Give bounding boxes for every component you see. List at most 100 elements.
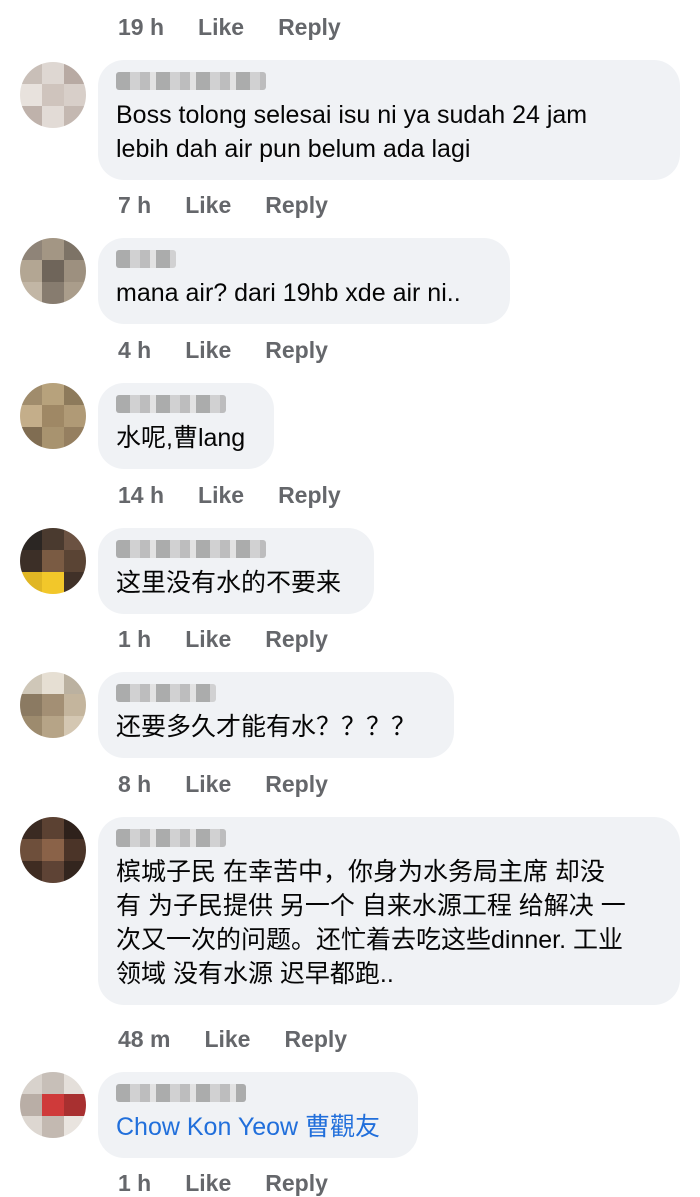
like-button[interactable]: Like (198, 14, 244, 41)
avatar-pixel (20, 528, 42, 550)
avatar-pixel (20, 861, 42, 883)
avatar-pixel (64, 260, 86, 282)
avatar-pixel (42, 62, 64, 84)
like-button[interactable]: Like (204, 1026, 250, 1053)
comment-text: 水呢,曹lang (116, 424, 246, 452)
comment-bubble: Boss tolong selesai isu ni ya sudah 24 j… (98, 60, 680, 180)
avatar-pixel (20, 84, 42, 106)
like-button[interactable]: Like (185, 192, 231, 219)
avatar-pixel (20, 839, 42, 861)
comment-text: 槟城子民 在幸苦中，你身为水务局主席 却没 有 为子民提供 另一个 自来水源工程… (116, 858, 626, 988)
avatar-pixel (64, 817, 86, 839)
blurred-author-name[interactable] (116, 72, 266, 90)
avatar-pixel (20, 62, 42, 84)
avatar-pixel (42, 1072, 64, 1094)
comment-meta-row: 48 m Like Reply (118, 1026, 347, 1053)
avatar-pixel (64, 62, 86, 84)
comment-text: mana air? dari 19hb xde air ni.. (116, 279, 461, 307)
avatar-pixel (64, 427, 86, 449)
avatar-pixel (42, 839, 64, 861)
reply-button[interactable]: Reply (265, 1170, 328, 1197)
like-button[interactable]: Like (185, 771, 231, 798)
avatar[interactable] (20, 672, 86, 738)
avatar-pixel (64, 1116, 86, 1138)
avatar-pixel (42, 106, 64, 128)
avatar-pixel (64, 106, 86, 128)
comment-bubble: mana air? dari 19hb xde air ni.. (98, 238, 510, 324)
avatar-pixel (20, 1072, 42, 1094)
timestamp: 48 m (118, 1026, 171, 1052)
avatar-pixel (20, 238, 42, 260)
avatar-pixel (64, 383, 86, 405)
reply-button[interactable]: Reply (265, 337, 328, 364)
mention-link[interactable]: Chow Kon Yeow 曹觀友 (116, 1110, 400, 1144)
avatar-pixel (42, 528, 64, 550)
avatar-pixel (42, 817, 64, 839)
avatar-pixel (42, 427, 64, 449)
blurred-author-name[interactable] (116, 250, 176, 268)
avatar[interactable] (20, 1072, 86, 1138)
avatar-pixel (42, 238, 64, 260)
blurred-author-name[interactable] (116, 1084, 246, 1102)
avatar-pixel (20, 282, 42, 304)
avatar[interactable] (20, 238, 86, 304)
avatar-pixel (64, 84, 86, 106)
reply-button[interactable]: Reply (265, 771, 328, 798)
avatar-pixel (20, 1116, 42, 1138)
avatar-pixel (42, 861, 64, 883)
avatar[interactable] (20, 383, 86, 449)
avatar-pixel (64, 1072, 86, 1094)
avatar-pixel (20, 817, 42, 839)
reply-button[interactable]: Reply (265, 192, 328, 219)
avatar-pixel (42, 672, 64, 694)
avatar-pixel (64, 716, 86, 738)
avatar[interactable] (20, 817, 86, 883)
avatar-pixel (42, 84, 64, 106)
avatar-pixel (64, 405, 86, 427)
comment-bubble: 水呢,曹lang (98, 383, 274, 469)
comment-bubble: 槟城子民 在幸苦中，你身为水务局主席 却没 有 为子民提供 另一个 自来水源工程… (98, 817, 680, 1005)
avatar-pixel (42, 1094, 64, 1116)
comment-meta-row: 7 h Like Reply (118, 192, 328, 219)
comment-bubble: 还要多久才能有水？？？？ (98, 672, 454, 758)
avatar-pixel (64, 861, 86, 883)
reply-button[interactable]: Reply (278, 14, 341, 41)
like-button[interactable]: Like (185, 1170, 231, 1197)
blurred-author-name[interactable] (116, 395, 226, 413)
blurred-author-name[interactable] (116, 829, 226, 847)
blurred-author-name[interactable] (116, 540, 266, 558)
avatar-pixel (20, 106, 42, 128)
avatar-pixel (20, 405, 42, 427)
avatar-pixel (42, 572, 64, 594)
like-button[interactable]: Like (198, 482, 244, 509)
avatar-pixel (64, 839, 86, 861)
reply-button[interactable]: Reply (284, 1026, 347, 1053)
avatar-pixel (42, 282, 64, 304)
avatar[interactable] (20, 528, 86, 594)
reply-button[interactable]: Reply (278, 482, 341, 509)
avatar-pixel (64, 238, 86, 260)
comment-meta-row: 19 h Like Reply (118, 14, 341, 41)
like-button[interactable]: Like (185, 626, 231, 653)
comment-text: Boss tolong selesai isu ni ya sudah 24 j… (116, 101, 588, 163)
avatar-pixel (42, 716, 64, 738)
timestamp: 19 h (118, 14, 165, 40)
comment-meta-row: 4 h Like Reply (118, 337, 328, 364)
blurred-author-name[interactable] (116, 684, 216, 702)
comment-text: 这里没有水的不要来 (116, 569, 342, 597)
comment-bubble: Chow Kon Yeow 曹觀友 (98, 1072, 418, 1158)
avatar-pixel (20, 572, 42, 594)
comment-meta-row: 8 h Like Reply (118, 771, 328, 798)
reply-button[interactable]: Reply (265, 626, 328, 653)
comment-meta-row: 1 h Like Reply (118, 626, 328, 653)
timestamp: 4 h (118, 337, 152, 363)
avatar-pixel (42, 1116, 64, 1138)
avatar[interactable] (20, 62, 86, 128)
like-button[interactable]: Like (185, 337, 231, 364)
avatar-pixel (20, 1094, 42, 1116)
avatar-pixel (20, 716, 42, 738)
timestamp: 7 h (118, 192, 152, 218)
avatar-pixel (64, 672, 86, 694)
avatar-pixel (20, 427, 42, 449)
avatar-pixel (64, 528, 86, 550)
